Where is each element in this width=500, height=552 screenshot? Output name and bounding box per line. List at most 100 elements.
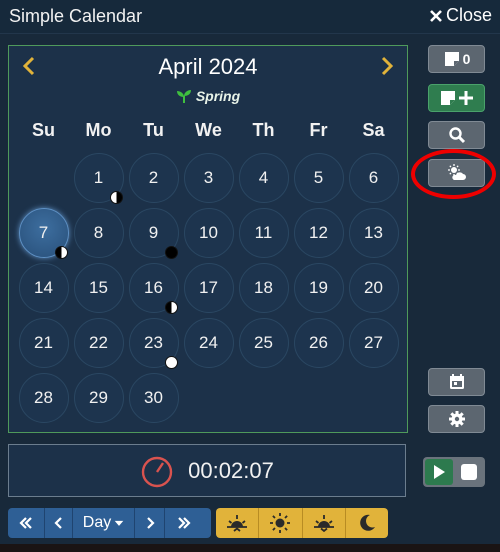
stop-clock-button[interactable] bbox=[455, 459, 483, 485]
day-cell[interactable]: 18 bbox=[238, 263, 289, 313]
weekday-label: Sa bbox=[362, 120, 385, 140]
add-note-button[interactable] bbox=[428, 84, 485, 112]
day-cell[interactable]: 9 bbox=[128, 208, 179, 259]
moon-phase-icon bbox=[164, 356, 178, 369]
close-button[interactable]: Close bbox=[429, 5, 492, 26]
forward-large-button[interactable] bbox=[165, 508, 202, 538]
day-cell[interactable]: 24 bbox=[183, 318, 234, 368]
note-icon bbox=[444, 52, 459, 66]
day-number: 3 bbox=[203, 168, 214, 187]
moon-phase-icon bbox=[54, 246, 68, 259]
weekday-label: Su bbox=[31, 120, 55, 140]
day-number: 8 bbox=[93, 223, 104, 242]
day-cell[interactable]: 2 bbox=[128, 153, 179, 203]
day-cell[interactable]: 22 bbox=[73, 318, 124, 368]
month-header: April 2024 bbox=[9, 54, 407, 84]
day-number: 29 bbox=[89, 388, 108, 407]
day-cell[interactable]: 21 bbox=[18, 318, 69, 368]
day-cell[interactable]: 27 bbox=[348, 318, 399, 368]
time-of-day-controls bbox=[216, 508, 388, 538]
day-number: 14 bbox=[34, 278, 53, 297]
day-cell[interactable]: 1 bbox=[73, 153, 124, 204]
day-cell[interactable]: 14 bbox=[18, 263, 69, 313]
weekday-header: Su Mo Tu We Th Fr Sa bbox=[16, 120, 402, 141]
day-cell[interactable]: 15 bbox=[73, 263, 124, 313]
day-number: 12 bbox=[309, 223, 328, 242]
day-cell[interactable]: 5 bbox=[293, 153, 344, 203]
moon-phase-icon bbox=[164, 301, 178, 314]
day-cell[interactable]: 11 bbox=[238, 208, 289, 258]
day-cell[interactable]: 23 bbox=[128, 318, 179, 369]
configure-calendar-button[interactable] bbox=[428, 368, 485, 396]
day-cell[interactable]: 29 bbox=[73, 373, 124, 423]
moon-phase-icon bbox=[164, 246, 178, 259]
day-cell[interactable]: 20 bbox=[348, 263, 399, 313]
time-unit-label: Day bbox=[82, 514, 112, 531]
day-cell[interactable]: 30 bbox=[128, 373, 179, 423]
window-title: Simple Calendar bbox=[9, 6, 143, 26]
moon-icon bbox=[360, 514, 375, 531]
day-number: 15 bbox=[89, 278, 108, 297]
day-cell[interactable]: 28 bbox=[18, 373, 69, 423]
day-cell[interactable]: 25 bbox=[238, 318, 289, 368]
day-number: 20 bbox=[364, 278, 383, 297]
search-button[interactable] bbox=[428, 121, 485, 149]
day-number: 19 bbox=[309, 278, 328, 297]
month-year-title: April 2024 bbox=[158, 54, 258, 79]
day-number: 1 bbox=[93, 168, 104, 187]
weekday-label: Tu bbox=[143, 120, 164, 140]
notes-button[interactable]: 0 bbox=[428, 45, 485, 73]
midnight-button[interactable] bbox=[346, 508, 388, 538]
day-number: 18 bbox=[254, 278, 273, 297]
day-cell-today[interactable]: 7 bbox=[18, 208, 69, 259]
day-number: 9 bbox=[148, 223, 159, 242]
rewind-button[interactable] bbox=[45, 508, 73, 538]
day-cell[interactable]: 17 bbox=[183, 263, 234, 313]
day-cell[interactable]: 8 bbox=[73, 208, 124, 258]
time-navigation: Day bbox=[8, 508, 211, 538]
close-icon bbox=[430, 9, 442, 22]
day-cell[interactable]: 6 bbox=[348, 153, 399, 203]
play-icon bbox=[434, 465, 445, 479]
day-cell[interactable]: 16 bbox=[128, 263, 179, 314]
day-number: 13 bbox=[364, 223, 383, 242]
weekday-label: Fr bbox=[309, 120, 328, 140]
forward-button[interactable] bbox=[135, 508, 165, 538]
day-number: 27 bbox=[364, 333, 383, 352]
clock-controls bbox=[423, 457, 485, 487]
sunrise-button[interactable] bbox=[216, 508, 260, 538]
day-number: 4 bbox=[258, 168, 269, 187]
caret-down-icon bbox=[114, 520, 124, 526]
rewind-large-button[interactable] bbox=[8, 508, 45, 538]
day-cell[interactable]: 10 bbox=[183, 208, 234, 258]
note-icon bbox=[440, 91, 455, 105]
day-cell[interactable]: 13 bbox=[348, 208, 399, 258]
day-cell[interactable]: 3 bbox=[183, 153, 234, 203]
stopwatch-icon bbox=[141, 456, 173, 487]
title-bar: Simple Calendar Close bbox=[0, 0, 500, 34]
weekday-label: We bbox=[195, 120, 222, 140]
midday-button[interactable] bbox=[259, 508, 303, 538]
day-number: 25 bbox=[254, 333, 273, 352]
sunset-icon bbox=[313, 515, 334, 533]
day-number: 2 bbox=[148, 168, 159, 187]
start-clock-button[interactable] bbox=[425, 459, 453, 485]
day-number: 5 bbox=[313, 168, 324, 187]
chevron-right-icon bbox=[146, 517, 155, 529]
day-cell[interactable]: 12 bbox=[293, 208, 344, 258]
background-strip bbox=[0, 544, 500, 552]
calendar-icon bbox=[449, 374, 464, 389]
day-cell[interactable]: 4 bbox=[238, 153, 289, 203]
sunset-button[interactable] bbox=[303, 508, 346, 538]
day-cell[interactable]: 19 bbox=[293, 263, 344, 313]
weekday-label: Th bbox=[252, 120, 275, 140]
notes-count: 0 bbox=[462, 51, 471, 67]
day-number: 22 bbox=[89, 333, 108, 352]
next-month-icon[interactable] bbox=[379, 56, 395, 76]
time-unit-selector[interactable]: Day bbox=[73, 508, 135, 538]
day-number: 6 bbox=[368, 168, 379, 187]
settings-button[interactable] bbox=[428, 405, 485, 433]
day-cell[interactable]: 26 bbox=[293, 318, 344, 368]
clock-time: 00:02:07 bbox=[188, 457, 274, 483]
gear-icon bbox=[448, 411, 465, 427]
